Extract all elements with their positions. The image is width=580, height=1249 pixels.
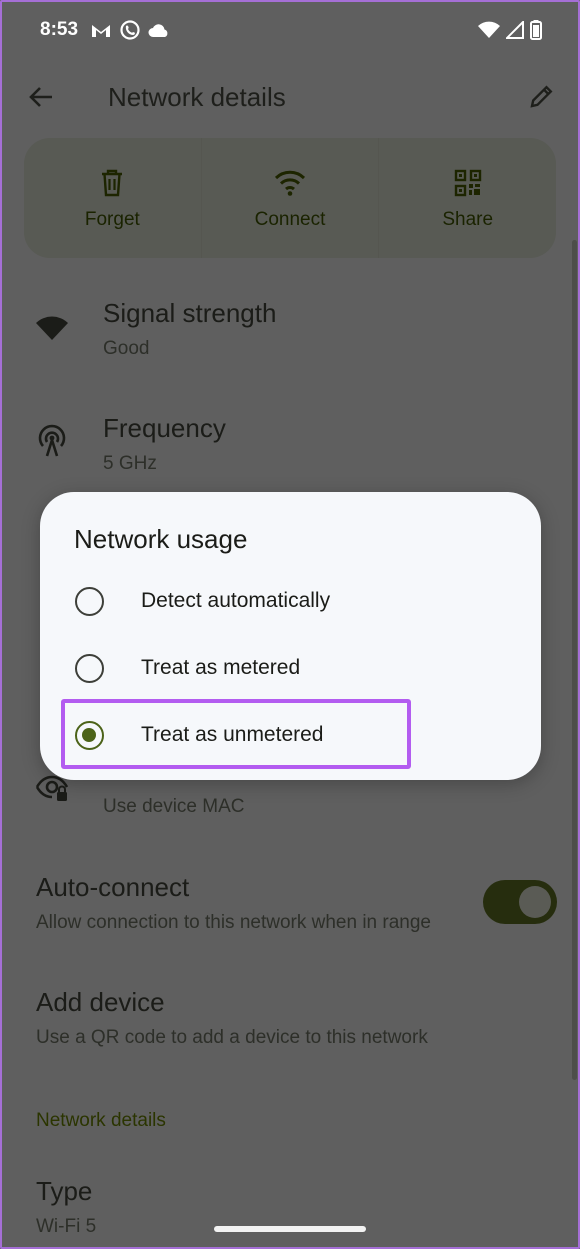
toggle-knob [519,886,551,918]
qr-code-icon [454,165,482,201]
antenna-icon [34,423,70,459]
add-device-title: Add device [36,987,165,1017]
notification-icons [90,20,170,40]
system-icons [478,20,542,40]
forget-label: Forget [84,209,140,230]
auto-connect-subtitle: Allow connection to this network when in… [36,912,432,933]
share-button[interactable]: Share [379,138,556,258]
auto-connect-toggle[interactable] [483,880,557,924]
option-detect-automatically[interactable]: Detect automatically [40,572,541,632]
option-label: Treat as metered [141,656,301,679]
dialog-title: Network usage [74,524,248,554]
add-device-item[interactable]: Add device Use a QR code to add a device… [0,980,580,1060]
radio-button-unselected[interactable] [75,654,104,683]
status-time: 8:53 [40,19,79,40]
network-action-card: Forget Connect Share [24,138,556,258]
forget-button[interactable]: Forget [24,138,202,258]
page-title: Network details [108,82,286,112]
wifi-icon [478,21,500,39]
option-treat-as-metered[interactable]: Treat as metered [40,639,541,699]
battery-icon [530,20,542,40]
home-indicator[interactable] [214,1226,366,1232]
add-device-subtitle: Use a QR code to add a device to this ne… [36,1027,428,1048]
frequency-title: Frequency [103,413,226,443]
pencil-icon [529,83,555,114]
arrow-back-icon [28,85,54,114]
network-details-section-header: Network details [36,1110,166,1131]
wifi-signal-icon [34,310,70,346]
connect-label: Connect [254,209,326,230]
edit-button[interactable] [524,80,560,116]
cell-signal-icon [506,21,524,39]
option-label: Detect automatically [141,589,331,612]
auto-connect-title: Auto-connect [36,872,190,902]
back-button[interactable] [24,82,58,116]
signal-strength-title: Signal strength [103,298,277,328]
signal-strength-item: Signal strength Good [0,290,580,370]
type-value: Wi-Fi 5 [36,1216,97,1237]
type-title: Type [36,1176,93,1206]
radio-button-unselected[interactable] [75,587,104,616]
gmail-icon [90,22,112,38]
status-bar: 8:53 [0,0,580,62]
whatsapp-icon [120,20,140,40]
signal-strength-value: Good [103,338,150,359]
trash-icon [100,165,124,201]
frequency-item: Frequency 5 GHz [0,405,580,485]
connect-button[interactable]: Connect [202,138,380,258]
highlight-annotation-box [61,699,411,769]
frequency-value: 5 GHz [103,453,157,474]
cloud-icon [148,22,170,38]
scrollbar[interactable] [572,240,577,1080]
share-label: Share [442,209,494,230]
privacy-value: Use device MAC [103,796,245,817]
app-bar: Network details [0,62,580,136]
wifi-icon [274,165,306,201]
